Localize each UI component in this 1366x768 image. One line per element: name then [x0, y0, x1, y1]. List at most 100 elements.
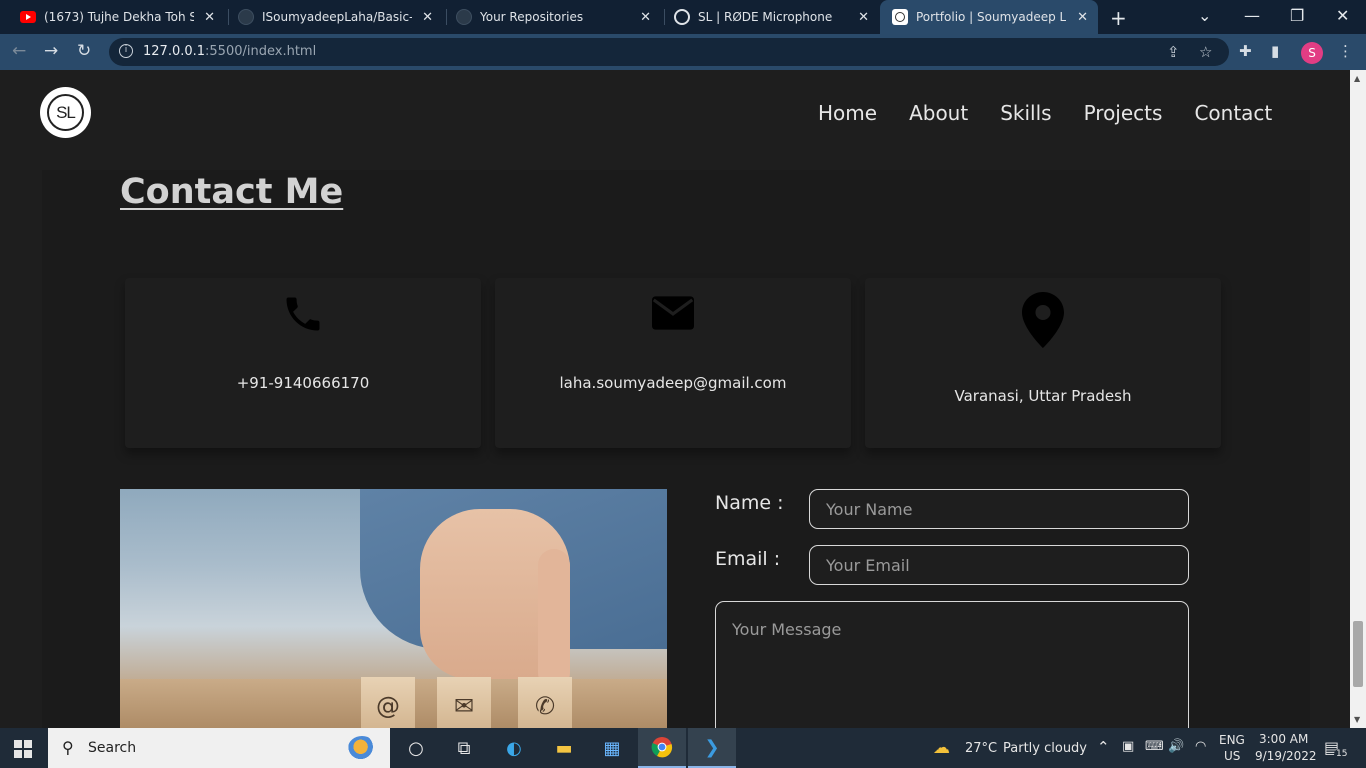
site-info-icon[interactable]: i [119, 44, 133, 58]
tab-title: ISoumyadeepLaha/Basic-Port [262, 10, 412, 24]
extensions-puzzle-icon[interactable]: ✚ [1239, 42, 1252, 60]
tab-title: SL | RØDE Microphone [698, 10, 833, 24]
clock-time[interactable]: 3:00 AM [1259, 732, 1308, 746]
phone-icon [125, 292, 481, 336]
main-nav: Home About Skills Projects Contact [818, 101, 1304, 125]
tab-rode-microphone[interactable]: SL | RØDE Microphone ✕ [654, 0, 879, 34]
browser-toolbar: ← → ↻ i 127.0.0.1:5500/index.html ⇪ ☆ ✚ … [0, 34, 1366, 70]
at-sign-icon: @ [361, 677, 415, 728]
tab-search-chevron-icon[interactable]: ⌄ [1198, 6, 1211, 25]
volume-icon[interactable]: 🔊 [1168, 739, 1184, 754]
contact-illustration-image: @ ✉ ✆ [120, 489, 667, 728]
contact-card-email: laha.soumyadeep@gmail.com [495, 278, 851, 448]
nav-skills[interactable]: Skills [1000, 101, 1051, 125]
email-field[interactable] [809, 545, 1189, 585]
language-secondary[interactable]: US [1224, 749, 1240, 763]
nav-about[interactable]: About [909, 101, 968, 125]
forward-button[interactable]: → [44, 41, 58, 61]
page-title: Contact Me [120, 172, 344, 212]
close-tab-icon[interactable]: ✕ [204, 10, 215, 25]
profile-avatar[interactable]: S [1301, 42, 1323, 64]
restore-button[interactable]: ❐ [1290, 6, 1304, 25]
name-label: Name : [715, 492, 784, 514]
search-icon: ⚲ [62, 738, 74, 757]
chrome-icon[interactable] [638, 728, 686, 768]
scroll-down-arrow-icon[interactable]: ▼ [1354, 715, 1360, 724]
envelope-block-icon: ✉ [437, 677, 491, 728]
close-tab-icon[interactable]: ✕ [1077, 10, 1088, 25]
message-field[interactable] [715, 601, 1189, 728]
taskbar: ⚲ Search ○ ⧉ ◐ ▬ ▦ ❯ ☁ 27°C Partly cloud… [0, 728, 1366, 768]
weather-temp[interactable]: 27°C [965, 741, 997, 756]
address-bar[interactable]: i 127.0.0.1:5500/index.html ⇪ ☆ [109, 38, 1229, 66]
taskbar-search-box[interactable]: ⚲ Search [48, 728, 390, 768]
task-view-icon[interactable]: ⧉ [440, 728, 488, 768]
menu-kebab-icon[interactable]: ⋮ [1338, 42, 1353, 60]
new-tab-button[interactable]: + [1110, 6, 1127, 30]
microsoft-store-icon[interactable]: ▦ [588, 728, 636, 768]
logo-mark: SL [47, 94, 84, 131]
portfolio-icon [892, 9, 908, 25]
email-label: Email : [715, 548, 781, 570]
nav-projects[interactable]: Projects [1084, 101, 1163, 125]
phone-block-icon: ✆ [518, 677, 572, 728]
url-path: :5500/index.html [205, 44, 317, 59]
cortana-icon[interactable]: ○ [392, 728, 440, 768]
notification-count: 15 [1334, 749, 1350, 759]
network-icon[interactable]: ◠ [1195, 739, 1206, 754]
meet-now-icon[interactable]: ▣ [1122, 739, 1134, 754]
windows-start-icon[interactable] [14, 740, 32, 758]
vscode-icon[interactable]: ❯ [688, 728, 736, 768]
bookmark-star-icon[interactable]: ☆ [1199, 43, 1212, 61]
github-icon [456, 9, 472, 25]
github-icon [238, 9, 254, 25]
share-icon[interactable]: ⇪ [1167, 43, 1180, 61]
language-primary[interactable]: ENG [1219, 733, 1245, 747]
tab-your-repositories[interactable]: Your Repositories ✕ [436, 0, 661, 34]
phone-number: +91-9140666170 [236, 374, 370, 392]
tab-title: Your Repositories [480, 10, 584, 24]
reload-button[interactable]: ↻ [77, 41, 91, 61]
search-highlight-icon [348, 736, 376, 760]
location-pin-icon [865, 292, 1221, 348]
close-tab-icon[interactable]: ✕ [422, 10, 433, 25]
nav-home[interactable]: Home [818, 101, 877, 125]
envelope-icon [495, 296, 851, 330]
url-text[interactable]: 127.0.0.1:5500/index.html [143, 44, 316, 59]
tab-youtube[interactable]: (1673) Tujhe Dekha Toh Song ✕ [0, 0, 225, 34]
input-indicator-icon[interactable]: ⌨ [1145, 739, 1164, 754]
minimize-button[interactable]: — [1244, 6, 1260, 25]
edge-icon[interactable]: ◐ [490, 728, 538, 768]
close-tab-icon[interactable]: ✕ [858, 10, 869, 25]
url-host: 127.0.0.1 [143, 44, 206, 59]
location-text: Varanasi, Uttar Pradesh [954, 387, 1132, 405]
page-scrollbar[interactable]: ▲ ▼ [1350, 70, 1366, 728]
weather-description[interactable]: Partly cloudy [1003, 741, 1087, 756]
tray-chevron-up-icon[interactable]: ⌃ [1097, 738, 1110, 756]
contact-card-phone: +91-9140666170 [125, 278, 481, 448]
back-button[interactable]: ← [12, 41, 26, 61]
email-address: laha.soumyadeep@gmail.com [559, 374, 787, 392]
weather-icon[interactable]: ☁ [933, 738, 950, 758]
clock-date[interactable]: 9/19/2022 [1255, 749, 1317, 763]
tab-strip: (1673) Tujhe Dekha Toh Song ✕ ISoumyadee… [0, 0, 1366, 34]
site-logo[interactable]: SL [40, 87, 91, 138]
scroll-up-arrow-icon[interactable]: ▲ [1354, 74, 1360, 83]
scrollbar-thumb[interactable] [1353, 621, 1363, 687]
tab-title: (1673) Tujhe Dekha Toh Song [44, 10, 194, 24]
nav-contact[interactable]: Contact [1194, 101, 1272, 125]
tab-github-repo[interactable]: ISoumyadeepLaha/Basic-Port ✕ [218, 0, 443, 34]
side-panel-icon[interactable]: ▮ [1271, 42, 1279, 60]
search-label: Search [88, 740, 137, 756]
tab-portfolio[interactable]: Portfolio | Soumyadeep Laha ✕ [880, 0, 1098, 34]
youtube-icon [20, 11, 36, 23]
photo-finger [538, 549, 570, 689]
close-tab-icon[interactable]: ✕ [640, 10, 651, 25]
file-explorer-icon[interactable]: ▬ [540, 728, 588, 768]
name-field[interactable] [809, 489, 1189, 529]
close-window-button[interactable]: ✕ [1336, 6, 1349, 25]
globe-icon [674, 9, 690, 25]
contact-card-location: Varanasi, Uttar Pradesh [865, 278, 1221, 448]
web-page: SL Home About Skills Projects Contact Co… [0, 70, 1350, 728]
tab-title: Portfolio | Soumyadeep Laha [916, 10, 1066, 24]
